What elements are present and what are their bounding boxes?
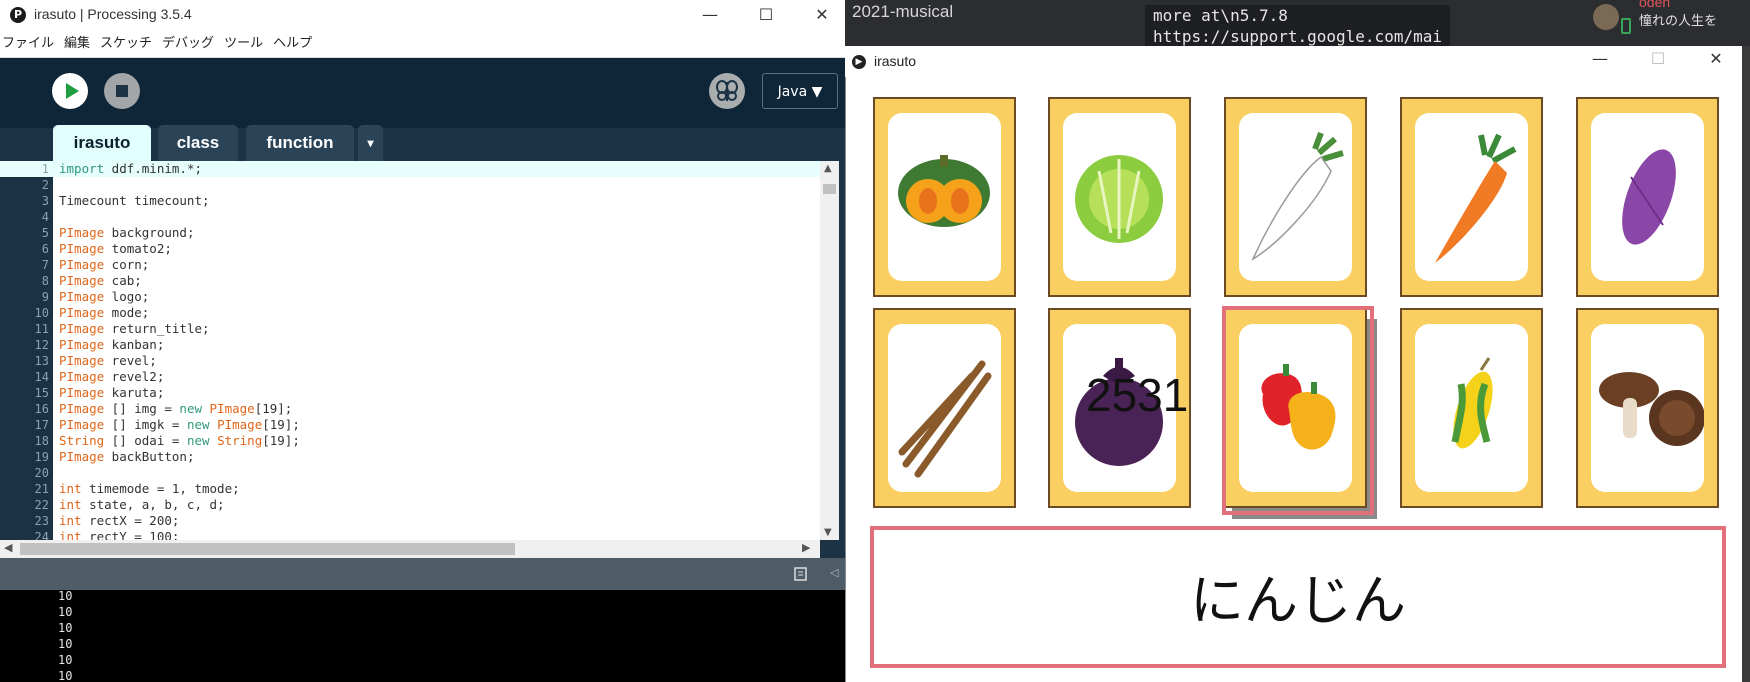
answer-text: にんじん <box>1190 569 1406 632</box>
vegetable-card[interactable] <box>1400 97 1543 297</box>
timer-count: 2531 <box>1086 369 1189 421</box>
shiitake-icon <box>1599 372 1704 446</box>
vegetable-card[interactable] <box>873 97 1016 297</box>
vegetable-card[interactable] <box>1400 308 1543 508</box>
vegetable-card[interactable] <box>1224 97 1367 297</box>
daikon-icon <box>1251 131 1344 261</box>
carrot-icon <box>1435 133 1517 263</box>
vegetable-card[interactable] <box>873 308 1016 508</box>
sweet-potato-icon <box>1622 149 1676 245</box>
vegetable-card[interactable] <box>1048 97 1191 297</box>
pumpkin-icon <box>898 155 990 227</box>
cabbage-icon <box>1075 155 1163 243</box>
burdock-icon <box>898 360 992 478</box>
vegetable-card[interactable] <box>1576 97 1719 297</box>
selected-card-highlight <box>1222 306 1374 515</box>
corn-icon <box>1451 357 1493 449</box>
vegetable-card[interactable] <box>1576 308 1719 508</box>
